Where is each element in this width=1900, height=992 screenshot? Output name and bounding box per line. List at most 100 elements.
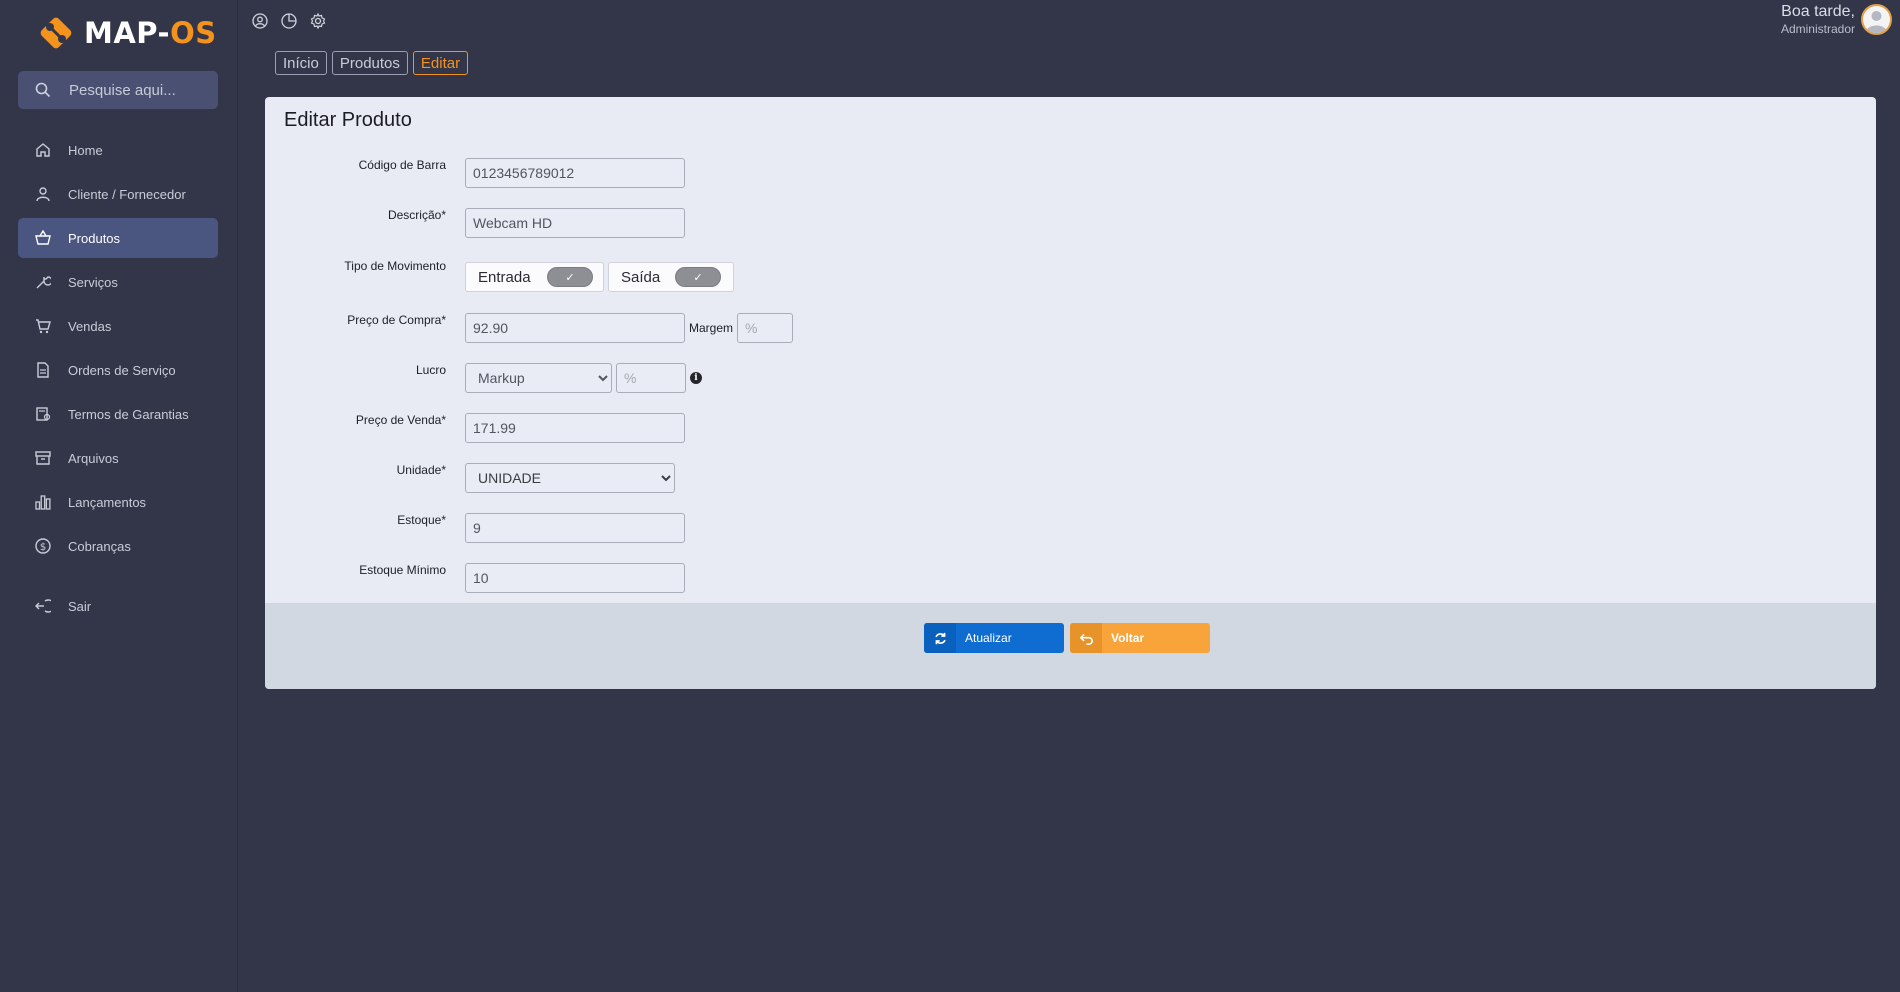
sidebar-item-files[interactable]: Arquivos (18, 438, 218, 478)
sidebar-item-charges[interactable]: $ Cobranças (18, 526, 218, 566)
profit-row: Lucro (265, 363, 446, 377)
gear-icon[interactable] (309, 12, 326, 29)
purchase-price-input[interactable] (465, 313, 685, 343)
movement-row: Tipo de Movimento (265, 258, 446, 273)
stock-label: Estoque* (397, 513, 446, 527)
sidebar-item-warranty-terms[interactable]: Termos de Garantias (18, 394, 218, 434)
sidebar-item-home[interactable]: Home (18, 130, 218, 170)
min-stock-row: Estoque Mínimo (265, 563, 446, 577)
sidebar-item-label: Serviços (68, 274, 118, 290)
movement-in-option: Entrada ✓ (465, 262, 604, 292)
search-input[interactable] (69, 81, 209, 99)
unit-row: Unidade* (265, 463, 446, 477)
breadcrumb-edit[interactable]: Editar (412, 51, 469, 75)
svg-text:$: $ (40, 542, 46, 553)
sidebar-item-service-orders[interactable]: Ordens de Serviço (18, 350, 218, 390)
barcode-input[interactable] (465, 158, 685, 188)
breadcrumb-products[interactable]: Produtos (331, 51, 408, 75)
profit-type-select[interactable]: Markup (465, 363, 612, 393)
movement-label: Tipo de Movimento (344, 258, 446, 273)
sidebar-item-label: Sair (68, 598, 92, 614)
update-button[interactable]: Atualizar (924, 623, 1064, 653)
description-input[interactable] (465, 208, 685, 238)
certificate-icon (34, 405, 52, 423)
logo-text: MAP-OS (84, 16, 217, 50)
avatar[interactable] (1861, 4, 1892, 35)
sidebar-nav: Home Cliente / Fornecedor Produtos Servi… (18, 130, 218, 630)
sidebar-item-label: Ordens de Serviço (68, 362, 176, 378)
check-icon: ✓ (565, 271, 575, 284)
sidebar-item-products[interactable]: Produtos (18, 218, 218, 258)
sidebar-item-entries[interactable]: Lançamentos (18, 482, 218, 522)
bar-chart-icon (34, 493, 52, 511)
profit-label: Lucro (415, 363, 446, 377)
edit-product-card: Editar Produto Código de Barra Descrição… (265, 97, 1876, 689)
sidebar-item-label: Produtos (68, 230, 121, 246)
user-info: Boa tarde, Administrador (1781, 3, 1855, 36)
form-actions: Atualizar Voltar (265, 603, 1876, 689)
stock-row: Estoque* (265, 513, 446, 527)
sidebar-item-logout[interactable]: Sair (18, 586, 218, 626)
unit-select[interactable]: UNIDADE (465, 463, 675, 493)
pie-chart-icon[interactable] (280, 12, 297, 29)
home-icon (34, 141, 52, 159)
page-title: Editar Produto (284, 109, 412, 131)
info-icon[interactable]: i (690, 372, 702, 384)
user-greeting: Boa tarde, (1781, 3, 1855, 20)
breadcrumb: Início Produtos Editar (275, 51, 469, 75)
barcode-row: Código de Barra (265, 158, 446, 172)
sidebar-item-label: Termos de Garantias (68, 406, 189, 422)
logo-icon (36, 13, 76, 53)
back-button[interactable]: Voltar (1070, 623, 1210, 653)
app-logo[interactable]: MAP-OS (36, 13, 217, 53)
sidebar-item-clients[interactable]: Cliente / Fornecedor (18, 174, 218, 214)
refresh-icon (924, 623, 956, 653)
barcode-label: Código de Barra (358, 158, 446, 172)
purchase-price-label: Preço de Compra* (347, 313, 446, 327)
check-icon: ✓ (693, 271, 703, 284)
sidebar-item-sales[interactable]: Vendas (18, 306, 218, 346)
sidebar-item-label: Vendas (68, 318, 112, 334)
search-icon (35, 82, 51, 98)
sale-price-row: Preço de Venda* (265, 413, 446, 427)
purchase-price-row: Preço de Compra* (265, 313, 446, 327)
min-stock-label: Estoque Mínimo (359, 563, 446, 577)
description-row: Descrição* (265, 208, 446, 222)
profit-percent-input[interactable] (616, 363, 686, 393)
sidebar-item-label: Lançamentos (68, 494, 147, 510)
movement-in-label: Entrada (478, 268, 531, 286)
sale-price-input[interactable] (465, 413, 685, 443)
user-role: Administrador (1780, 22, 1855, 36)
min-stock-input[interactable] (465, 563, 685, 593)
stock-input[interactable] (465, 513, 685, 543)
update-button-label: Atualizar (965, 631, 1012, 645)
movement-out-option: Saída ✓ (608, 262, 734, 292)
logout-icon (34, 597, 52, 615)
sidebar-item-services[interactable]: Serviços (18, 262, 218, 302)
search-box[interactable] (18, 71, 218, 109)
sidebar-item-label: Home (68, 142, 103, 158)
basket-icon (34, 229, 52, 247)
sidebar-item-label: Cobranças (68, 538, 131, 554)
back-button-label: Voltar (1111, 631, 1145, 645)
user-menu[interactable]: Boa tarde, Administrador (1781, 3, 1892, 36)
sidebar-item-label: Arquivos (68, 450, 119, 466)
breadcrumb-home[interactable]: Início (275, 51, 327, 75)
archive-icon (34, 449, 52, 467)
top-toolbar (251, 12, 326, 29)
sidebar-item-label: Cliente / Fornecedor (68, 186, 186, 202)
user-profile-icon[interactable] (251, 12, 268, 29)
movement-in-toggle[interactable]: ✓ (547, 267, 593, 287)
margin-input[interactable] (737, 313, 793, 343)
document-icon (34, 361, 52, 379)
movement-out-label: Saída (621, 268, 661, 286)
movement-out-toggle[interactable]: ✓ (675, 267, 721, 287)
sale-price-label: Preço de Venda* (355, 413, 446, 427)
wrench-icon (34, 273, 52, 291)
description-label: Descrição* (387, 208, 446, 222)
user-icon (34, 185, 52, 203)
dollar-icon: $ (34, 537, 52, 555)
cart-icon (34, 317, 52, 335)
undo-icon (1070, 623, 1102, 653)
unit-label: Unidade* (396, 463, 446, 477)
